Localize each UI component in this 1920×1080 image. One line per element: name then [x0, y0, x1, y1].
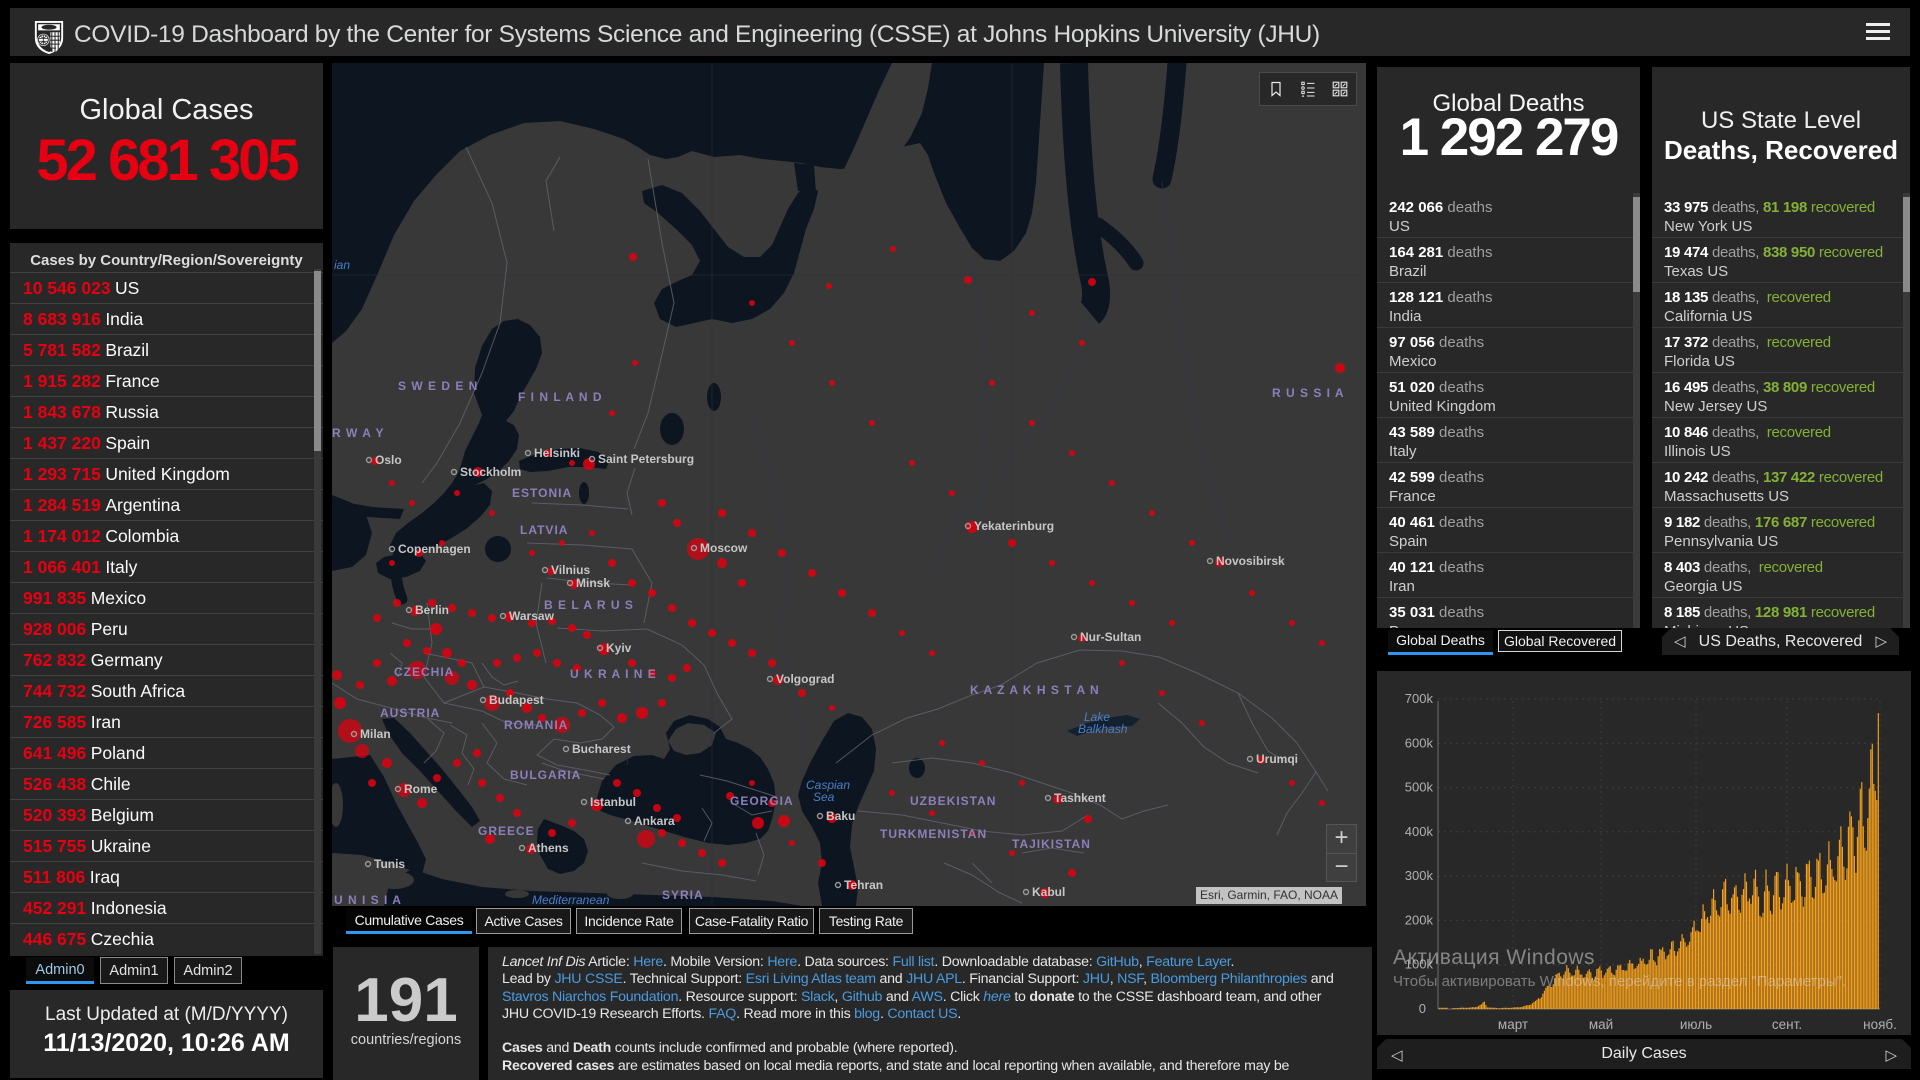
- svg-text:Berlin: Berlin: [415, 603, 449, 617]
- svg-text:Tunis: Tunis: [374, 857, 405, 871]
- svg-text:TURKMENISTAN: TURKMENISTAN: [880, 827, 987, 841]
- svg-text:R W A Y: R W A Y: [332, 426, 385, 440]
- svg-text:R U S S I A: R U S S I A: [1272, 386, 1345, 400]
- svg-text:Saint Petersburg: Saint Petersburg: [598, 452, 694, 466]
- svg-text:Yekaterinburg: Yekaterinburg: [974, 519, 1054, 533]
- svg-text:GREECE: GREECE: [478, 824, 535, 838]
- svg-text:Oslo: Oslo: [375, 453, 402, 467]
- svg-text:Moscow: Moscow: [700, 541, 748, 555]
- svg-text:ROMANIA: ROMANIA: [504, 718, 568, 732]
- svg-text:300k: 300k: [1405, 868, 1434, 883]
- svg-text:Athens: Athens: [528, 841, 569, 855]
- svg-text:TAJIKISTAN: TAJIKISTAN: [1012, 837, 1091, 851]
- svg-text:200k: 200k: [1405, 912, 1434, 927]
- svg-text:Stockholm: Stockholm: [460, 465, 521, 479]
- svg-text:Tehran: Tehran: [844, 878, 883, 892]
- svg-text:Bucharest: Bucharest: [572, 742, 631, 756]
- svg-text:U K R A I N E: U K R A I N E: [570, 667, 657, 681]
- svg-text:июль: июль: [1680, 1017, 1712, 1032]
- svg-text:Warsaw: Warsaw: [509, 609, 555, 623]
- svg-text:Novosibirsk: Novosibirsk: [1216, 554, 1285, 568]
- svg-text:Istanbul: Istanbul: [590, 795, 636, 809]
- svg-text:600k: 600k: [1405, 735, 1434, 750]
- svg-text:Kabul: Kabul: [1032, 885, 1065, 899]
- svg-text:CZECHIA: CZECHIA: [394, 665, 454, 679]
- svg-text:GEORGIA: GEORGIA: [730, 794, 794, 808]
- svg-text:Volgograd: Volgograd: [776, 672, 834, 686]
- svg-text:май: май: [1589, 1017, 1613, 1032]
- svg-text:0: 0: [1419, 1001, 1426, 1016]
- svg-text:LATVIA: LATVIA: [520, 523, 568, 537]
- svg-text:S W E D E N: S W E D E N: [398, 379, 478, 393]
- svg-text:ESTONIA: ESTONIA: [512, 486, 572, 500]
- svg-text:K A Z A K H S T A N: K A Z A K H S T A N: [970, 683, 1100, 697]
- svg-text:Mediterranean: Mediterranean: [532, 893, 610, 906]
- svg-text:SYRIA: SYRIA: [662, 888, 704, 902]
- svg-text:700k: 700k: [1405, 691, 1434, 706]
- svg-text:U N I S I A: U N I S I A: [334, 893, 402, 906]
- svg-text:сент.: сент.: [1772, 1017, 1802, 1032]
- svg-text:Vilnius: Vilnius: [551, 563, 590, 577]
- svg-text:400k: 400k: [1405, 824, 1434, 839]
- svg-text:AUSTRIA: AUSTRIA: [380, 706, 440, 720]
- svg-text:Kyiv: Kyiv: [606, 641, 632, 655]
- svg-text:500k: 500k: [1405, 780, 1434, 795]
- svg-text:Sea: Sea: [813, 790, 835, 804]
- svg-text:Helsinki: Helsinki: [534, 446, 580, 460]
- svg-text:март: март: [1498, 1017, 1528, 1032]
- svg-text:Urumqi: Urumqi: [1256, 752, 1298, 766]
- svg-text:Baku: Baku: [826, 809, 855, 823]
- svg-text:B E L A R U S: B E L A R U S: [544, 598, 634, 612]
- svg-text:Copenhagen: Copenhagen: [398, 542, 471, 556]
- svg-text:Tashkent: Tashkent: [1054, 791, 1106, 805]
- svg-text:ian: ian: [334, 258, 350, 272]
- svg-text:Ankara: Ankara: [634, 814, 675, 828]
- svg-text:Budapest: Budapest: [489, 693, 544, 707]
- svg-text:Minsk: Minsk: [576, 576, 610, 590]
- svg-text:нояб.: нояб.: [1863, 1017, 1897, 1032]
- svg-text:Balkhash: Balkhash: [1078, 722, 1128, 736]
- svg-text:BULGARIA: BULGARIA: [510, 768, 581, 782]
- svg-text:Rome: Rome: [404, 782, 438, 796]
- svg-text:UZBEKISTAN: UZBEKISTAN: [910, 794, 996, 808]
- svg-text:F I N L A N D: F I N L A N D: [518, 390, 603, 404]
- svg-text:Nur-Sultan: Nur-Sultan: [1080, 630, 1141, 644]
- svg-text:Milan: Milan: [360, 727, 391, 741]
